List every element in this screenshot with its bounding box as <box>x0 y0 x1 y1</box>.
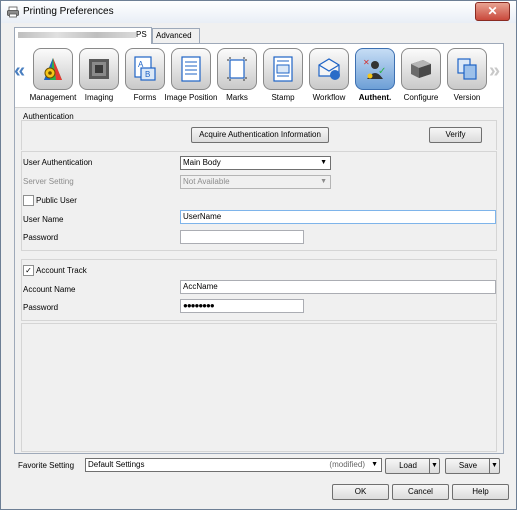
workflow-icon <box>318 58 340 80</box>
chevron-down-icon: ▼ <box>371 461 378 468</box>
user-authentication-value: Main Body <box>183 158 221 167</box>
title-bar: Printing Preferences ✕ <box>1 1 516 23</box>
forms-tile: A B <box>125 48 165 90</box>
user-authentication-select[interactable]: Main Body ▼ <box>180 156 331 170</box>
server-setting-select[interactable]: Not Available ▼ <box>180 175 331 189</box>
version-icon <box>457 58 477 80</box>
favorite-setting-select[interactable]: Default Settings (modified) ▼ <box>85 458 382 472</box>
account-password-label: Password <box>23 303 59 312</box>
account-track-checkbox[interactable]: ✓ <box>23 265 34 276</box>
authentication-tile: ✕ ✓ <box>355 48 395 90</box>
load-button-label: Load <box>399 461 417 470</box>
imaging-tile <box>79 48 119 90</box>
version-tile <box>447 48 487 90</box>
chevron-down-icon: ▼ <box>320 159 327 166</box>
stamp-tile <box>263 48 303 90</box>
chevron-down-icon: ▼ <box>320 178 327 185</box>
svg-text:✓: ✓ <box>378 66 386 77</box>
image-position-icon <box>181 56 201 82</box>
redacted-printer-name <box>18 31 136 38</box>
workflow-tile <box>309 48 349 90</box>
user-name-field[interactable]: UserName <box>180 210 496 224</box>
account-name-label: Account Name <box>23 285 76 294</box>
configure-tile <box>401 48 441 90</box>
server-setting-label: Server Setting <box>23 177 74 186</box>
acquire-authentication-button[interactable]: Acquire Authentication Information <box>191 127 329 143</box>
category-icon-bar: « Management Imaging A B Forms Image Pos… <box>14 44 503 108</box>
scroll-right-arrow-icon[interactable]: » <box>489 60 500 83</box>
user-password-label: Password <box>23 233 59 242</box>
favorite-setting-label: Favorite Setting <box>18 461 75 470</box>
server-setting-value: Not Available <box>183 177 230 186</box>
forms-icon: A B <box>134 56 156 81</box>
modified-indicator: (modified) <box>329 460 365 469</box>
marks-icon <box>227 57 247 81</box>
save-button-label: Save <box>458 461 478 470</box>
help-button[interactable]: Help <box>452 484 509 500</box>
printing-preferences-window: Printing Preferences ✕ PS Advanced « Man… <box>0 0 517 510</box>
ok-button[interactable]: OK <box>332 484 389 500</box>
svg-text:B: B <box>145 70 150 79</box>
empty-settings-area <box>21 323 497 452</box>
imaging-icon <box>89 59 109 79</box>
load-button[interactable]: Load ▼ <box>385 458 440 474</box>
account-track-label: Account Track <box>36 266 87 275</box>
tab-ps[interactable]: PS <box>14 27 152 44</box>
user-authentication-label: User Authentication <box>23 158 93 167</box>
scroll-left-arrow-icon[interactable]: « <box>14 60 25 83</box>
account-name-field[interactable]: AccName <box>180 280 496 294</box>
svg-text:✕: ✕ <box>363 58 370 67</box>
printer-icon <box>7 6 19 18</box>
account-password-field[interactable]: ●●●●●●●● <box>180 299 304 313</box>
image-position-tile <box>171 48 211 90</box>
chevron-down-icon[interactable]: ▼ <box>489 459 499 473</box>
user-name-label: User Name <box>23 215 64 224</box>
chevron-down-icon[interactable]: ▼ <box>429 459 439 473</box>
public-user-checkbox[interactable] <box>23 195 34 206</box>
public-user-label: Public User <box>36 196 77 205</box>
category-version[interactable]: Version <box>447 48 487 106</box>
verify-button[interactable]: Verify <box>429 127 482 143</box>
settings-panel: « Management Imaging A B Forms Image Pos… <box>14 43 504 454</box>
configure-icon <box>411 60 431 78</box>
favorite-setting-bar: Favorite Setting Default Settings (modif… <box>14 453 504 475</box>
save-button[interactable]: Save ▼ <box>445 458 500 474</box>
authentication-icon: ✕ ✓ <box>363 58 386 79</box>
management-tile <box>33 48 73 90</box>
stamp-icon <box>273 56 293 82</box>
marks-tile <box>217 48 257 90</box>
close-button[interactable]: ✕ <box>475 2 510 21</box>
cancel-button[interactable]: Cancel <box>392 484 449 500</box>
tab-ps-label: PS <box>136 30 147 39</box>
window-title: Printing Preferences <box>23 6 114 17</box>
tab-advanced[interactable]: Advanced <box>152 28 200 43</box>
category-label: Version <box>453 93 481 102</box>
palette-icon <box>44 58 62 80</box>
favorite-setting-value: Default Settings <box>88 460 145 469</box>
user-password-field[interactable] <box>180 230 304 244</box>
